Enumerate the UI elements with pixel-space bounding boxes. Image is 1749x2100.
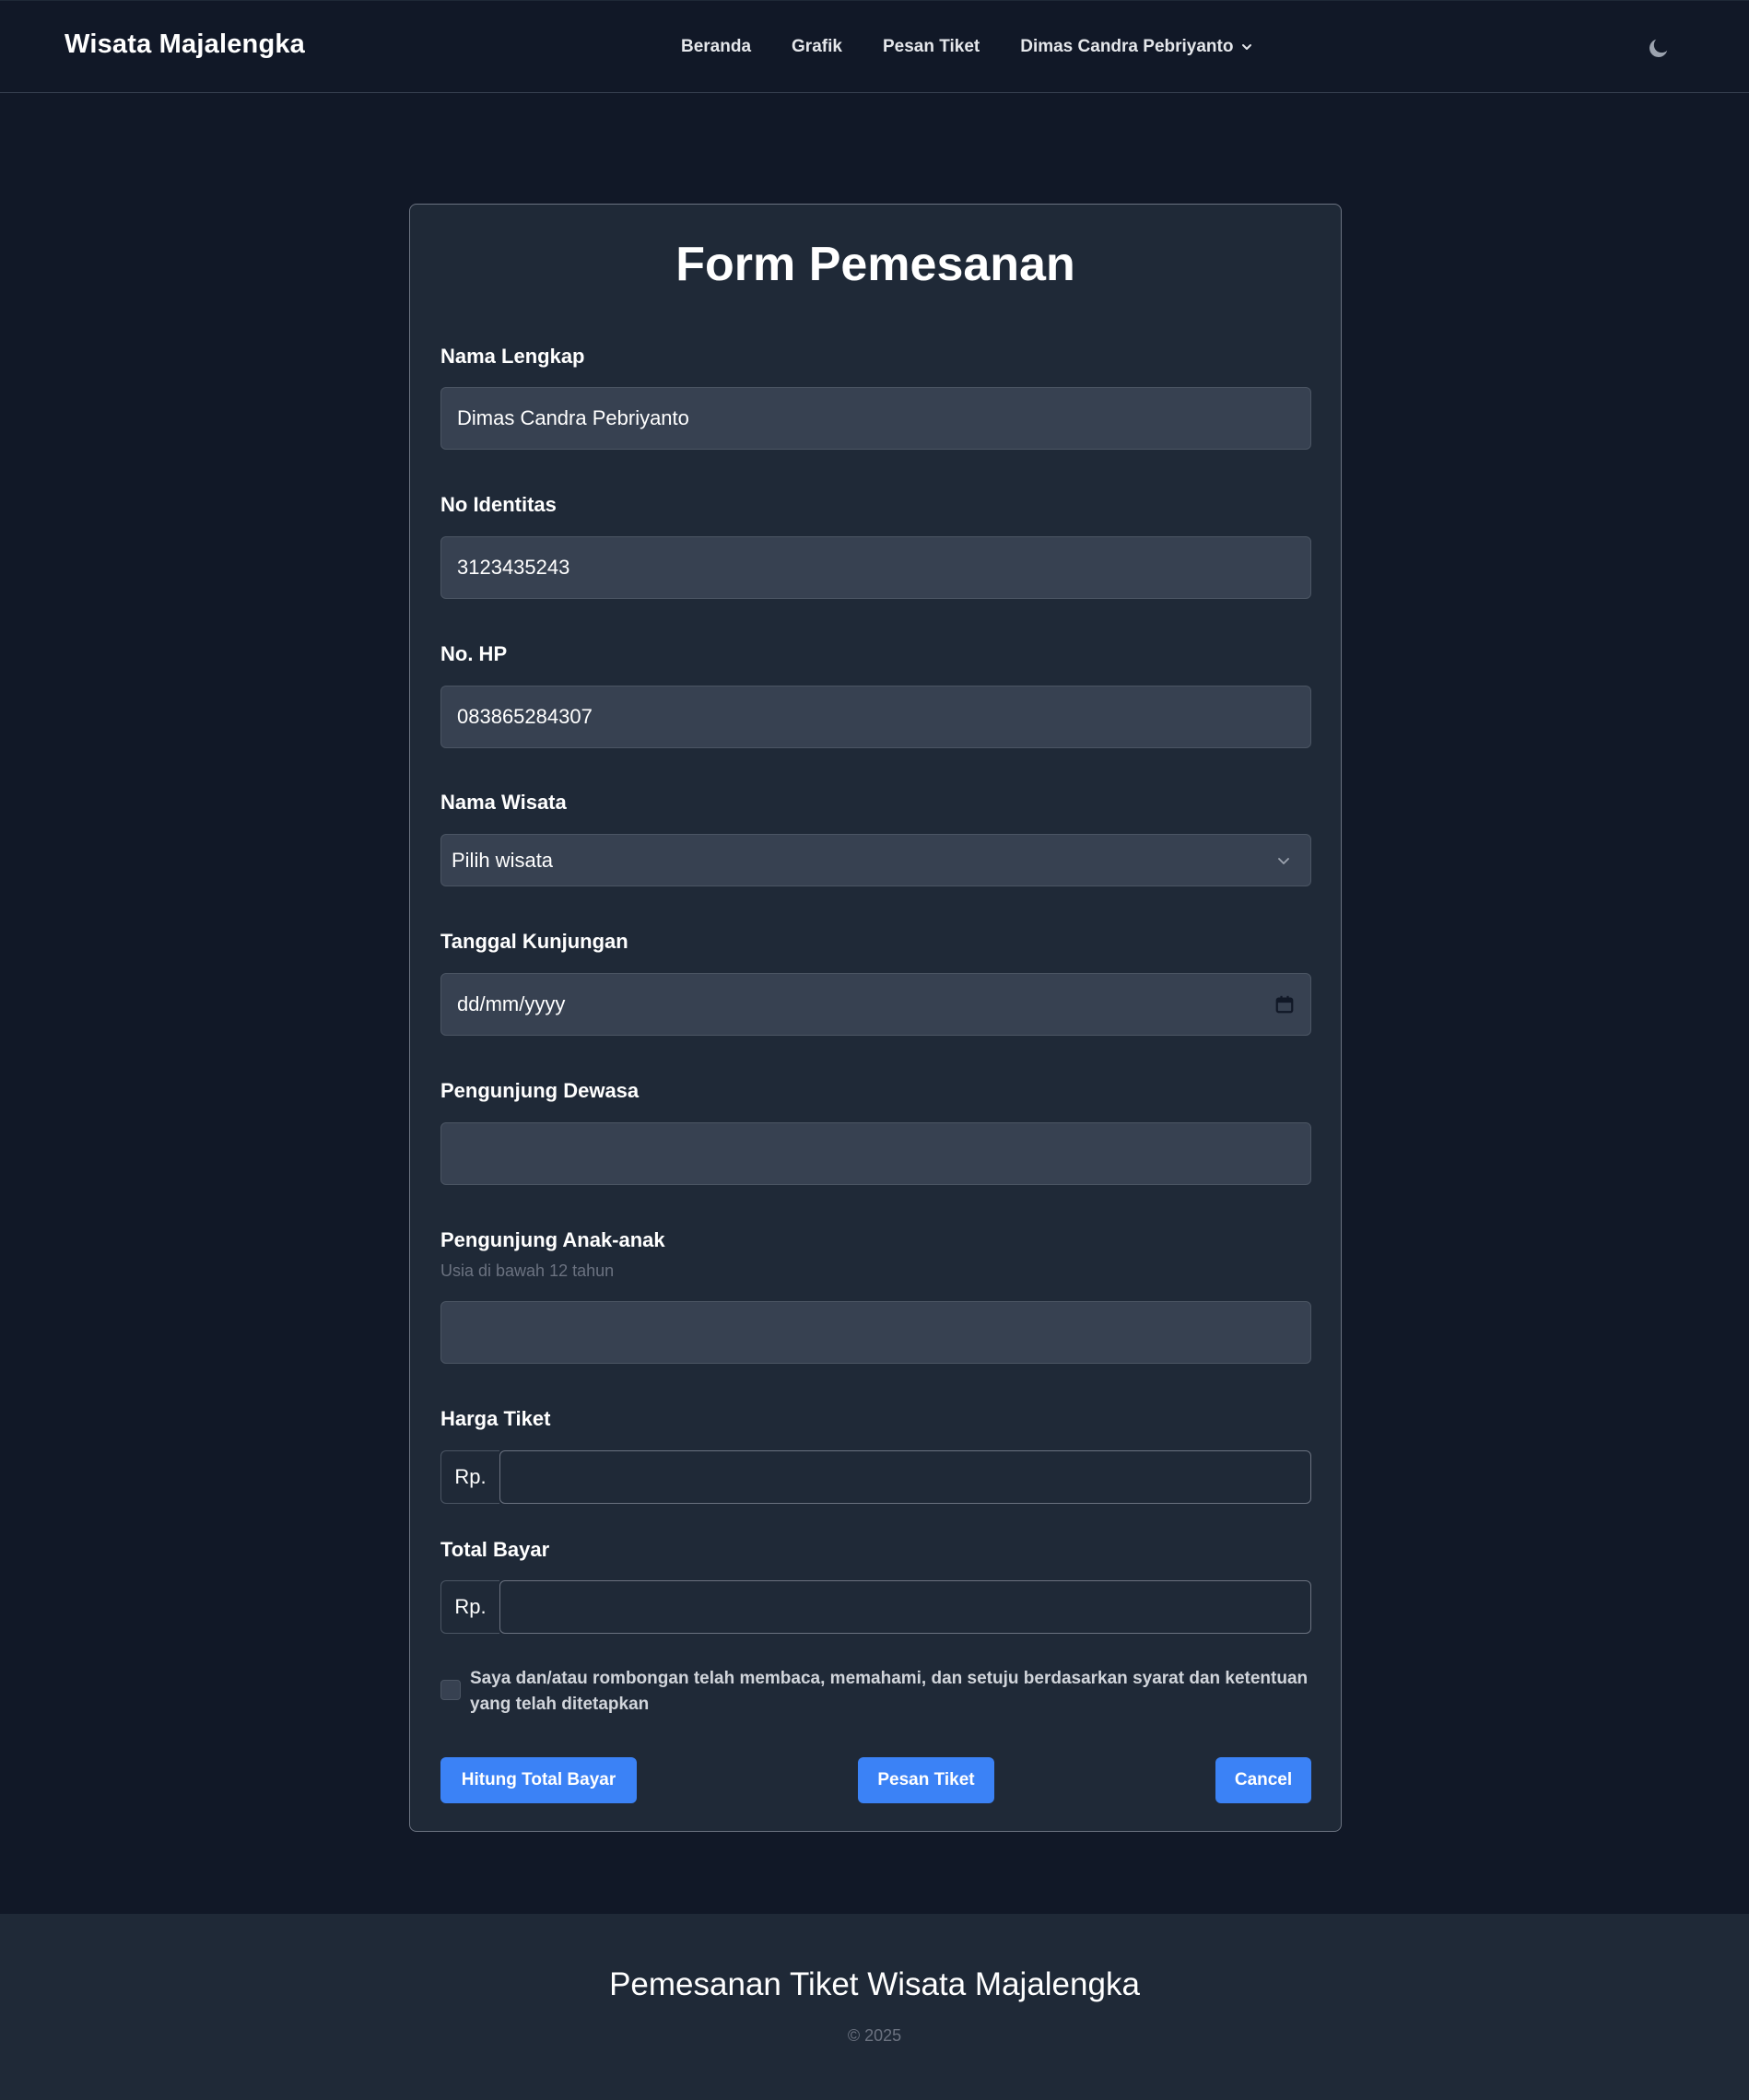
harga-tiket-group: Rp.	[440, 1450, 1311, 1504]
pengunjung-dewasa-label: Pengunjung Dewasa	[440, 1079, 640, 1102]
total-bayar-group: Rp.	[440, 1580, 1311, 1634]
nama-wisata-select[interactable]: Pilih wisata	[440, 834, 1311, 886]
harga-tiket-prefix: Rp.	[440, 1450, 499, 1504]
brand-logo[interactable]: Wisata Majalengka	[65, 29, 305, 60]
footer-title: Pemesanan Tiket Wisata Majalengka	[609, 1966, 1140, 2002]
nav-links: Beranda Grafik Pesan Tiket Dimas Candra …	[681, 37, 1252, 57]
pesan-tiket-button[interactable]: Pesan Tiket	[858, 1757, 994, 1803]
total-bayar-label: Total Bayar	[440, 1538, 550, 1561]
tanggal-kunjungan-label: Tanggal Kunjungan	[440, 930, 628, 953]
nama-lengkap-value: Dimas Candra Pebriyanto	[457, 406, 689, 429]
nav-link-beranda[interactable]: Beranda	[681, 37, 751, 57]
footer: Pemesanan Tiket Wisata Majalengka © 2025	[0, 1914, 1749, 2100]
agreement-text: Saya dan/atau rombongan telah membaca, m…	[470, 1669, 1309, 1714]
hitung-total-bayar-button[interactable]: Hitung Total Bayar	[440, 1757, 637, 1803]
booking-form-card: Form Pemesanan Nama Lengkap Dimas Candra…	[409, 204, 1342, 1832]
harga-tiket-input[interactable]	[499, 1450, 1311, 1504]
tanggal-kunjungan-input[interactable]: dd/mm/yyyy	[440, 973, 1311, 1036]
user-menu[interactable]: Dimas Candra Pebriyanto	[1020, 37, 1252, 57]
agreement-row: Saya dan/atau rombongan telah membaca, m…	[440, 1666, 1311, 1718]
form-title: Form Pemesanan	[675, 238, 1075, 291]
no-hp-input[interactable]: 083865284307	[440, 686, 1311, 748]
nama-wisata-selected: Pilih wisata	[452, 848, 554, 872]
chevron-down-icon	[1242, 44, 1252, 50]
cancel-button[interactable]: Cancel	[1215, 1757, 1311, 1803]
moon-icon[interactable]	[1647, 36, 1671, 60]
calendar-icon[interactable]	[1274, 994, 1295, 1015]
no-identitas-label: No Identitas	[440, 493, 557, 516]
navbar: Wisata Majalengka Beranda Grafik Pesan T…	[0, 0, 1749, 93]
no-identitas-value: 3123435243	[457, 556, 570, 579]
pengunjung-anak-hint: Usia di bawah 12 tahun	[440, 1261, 615, 1280]
total-bayar-input[interactable]	[499, 1580, 1311, 1634]
tanggal-kunjungan-placeholder: dd/mm/yyyy	[457, 992, 566, 1015]
total-bayar-prefix: Rp.	[440, 1580, 499, 1634]
no-identitas-input[interactable]: 3123435243	[440, 536, 1311, 599]
footer-copyright: © 2025	[847, 2026, 902, 2045]
no-hp-value: 083865284307	[457, 705, 593, 728]
nama-lengkap-input[interactable]: Dimas Candra Pebriyanto	[440, 387, 1311, 450]
user-name: Dimas Candra Pebriyanto	[1020, 37, 1234, 56]
no-hp-label: No. HP	[440, 642, 508, 665]
nama-wisata-label: Nama Wisata	[440, 791, 567, 814]
agreement-checkbox[interactable]	[440, 1680, 461, 1700]
pengunjung-anak-label: Pengunjung Anak-anak	[440, 1228, 665, 1251]
nama-lengkap-label: Nama Lengkap	[440, 345, 585, 368]
nav-link-grafik[interactable]: Grafik	[792, 37, 842, 57]
pengunjung-anak-input[interactable]	[440, 1301, 1311, 1364]
pengunjung-dewasa-input[interactable]	[440, 1122, 1311, 1185]
nav-link-pesan-tiket[interactable]: Pesan Tiket	[883, 37, 980, 57]
chevron-down-icon	[1278, 857, 1289, 864]
harga-tiket-label: Harga Tiket	[440, 1407, 551, 1430]
